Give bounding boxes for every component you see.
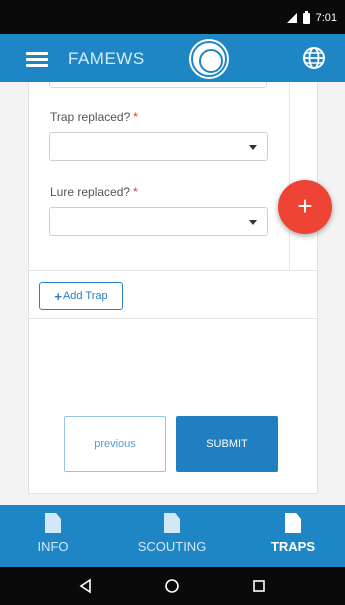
back-icon[interactable]	[78, 578, 94, 594]
document-icon	[164, 513, 180, 533]
status-time: 7:01	[315, 12, 337, 24]
nav-tab-label: SCOUTING	[137, 539, 207, 554]
app-bar: FAMEWS	[0, 34, 345, 82]
submit-button[interactable]: SUBMIT	[176, 416, 278, 472]
menu-icon[interactable]	[26, 52, 48, 67]
signal-icon	[286, 13, 297, 23]
system-nav-bar	[0, 567, 345, 605]
lure-replaced-label: Lure replaced? *	[50, 185, 138, 199]
card-divider-vertical	[289, 82, 290, 270]
form-content: Trap replaced? * Lure replaced? * + Add Tra…	[0, 82, 345, 505]
home-icon[interactable]	[164, 578, 180, 594]
required-marker: *	[133, 110, 138, 124]
app-title: FAMEWS	[68, 49, 145, 68]
dropdown-caret-icon	[249, 220, 257, 225]
divider	[29, 270, 319, 271]
add-fab-button[interactable]: +	[278, 180, 332, 234]
lure-replaced-select[interactable]	[49, 207, 268, 236]
nav-tab-traps[interactable]: TRAPS	[256, 505, 330, 567]
previous-button[interactable]: previous	[64, 416, 166, 472]
add-trap-label: Add Trap	[62, 290, 108, 302]
bottom-nav: INFO SCOUTING TRAPS	[0, 505, 345, 567]
nav-tab-label: INFO	[37, 539, 69, 554]
trap-replaced-select[interactable]	[49, 132, 268, 161]
nav-tab-info[interactable]: INFO	[18, 505, 88, 567]
battery-icon	[302, 10, 310, 24]
nav-tab-label: TRAPS	[270, 539, 316, 554]
divider	[29, 318, 319, 319]
add-trap-button[interactable]: + Add Trap	[39, 282, 123, 310]
recents-icon[interactable]	[251, 578, 267, 594]
status-bar: 7:01	[0, 0, 345, 34]
trap-replaced-label: Trap replaced? *	[50, 110, 138, 124]
previous-field-edge	[49, 82, 267, 88]
fao-logo	[191, 41, 227, 77]
status-indicators: 7:01	[286, 10, 337, 24]
nav-tab-scouting[interactable]: SCOUTING	[120, 505, 224, 567]
trap-card: Trap replaced? * Lure replaced? * + Add Tra…	[28, 82, 319, 494]
required-marker: *	[133, 185, 138, 199]
globe-icon[interactable]	[302, 46, 326, 70]
dropdown-caret-icon	[249, 145, 257, 150]
plus-icon: +	[54, 288, 62, 304]
document-icon	[45, 513, 61, 533]
document-icon	[285, 513, 301, 533]
